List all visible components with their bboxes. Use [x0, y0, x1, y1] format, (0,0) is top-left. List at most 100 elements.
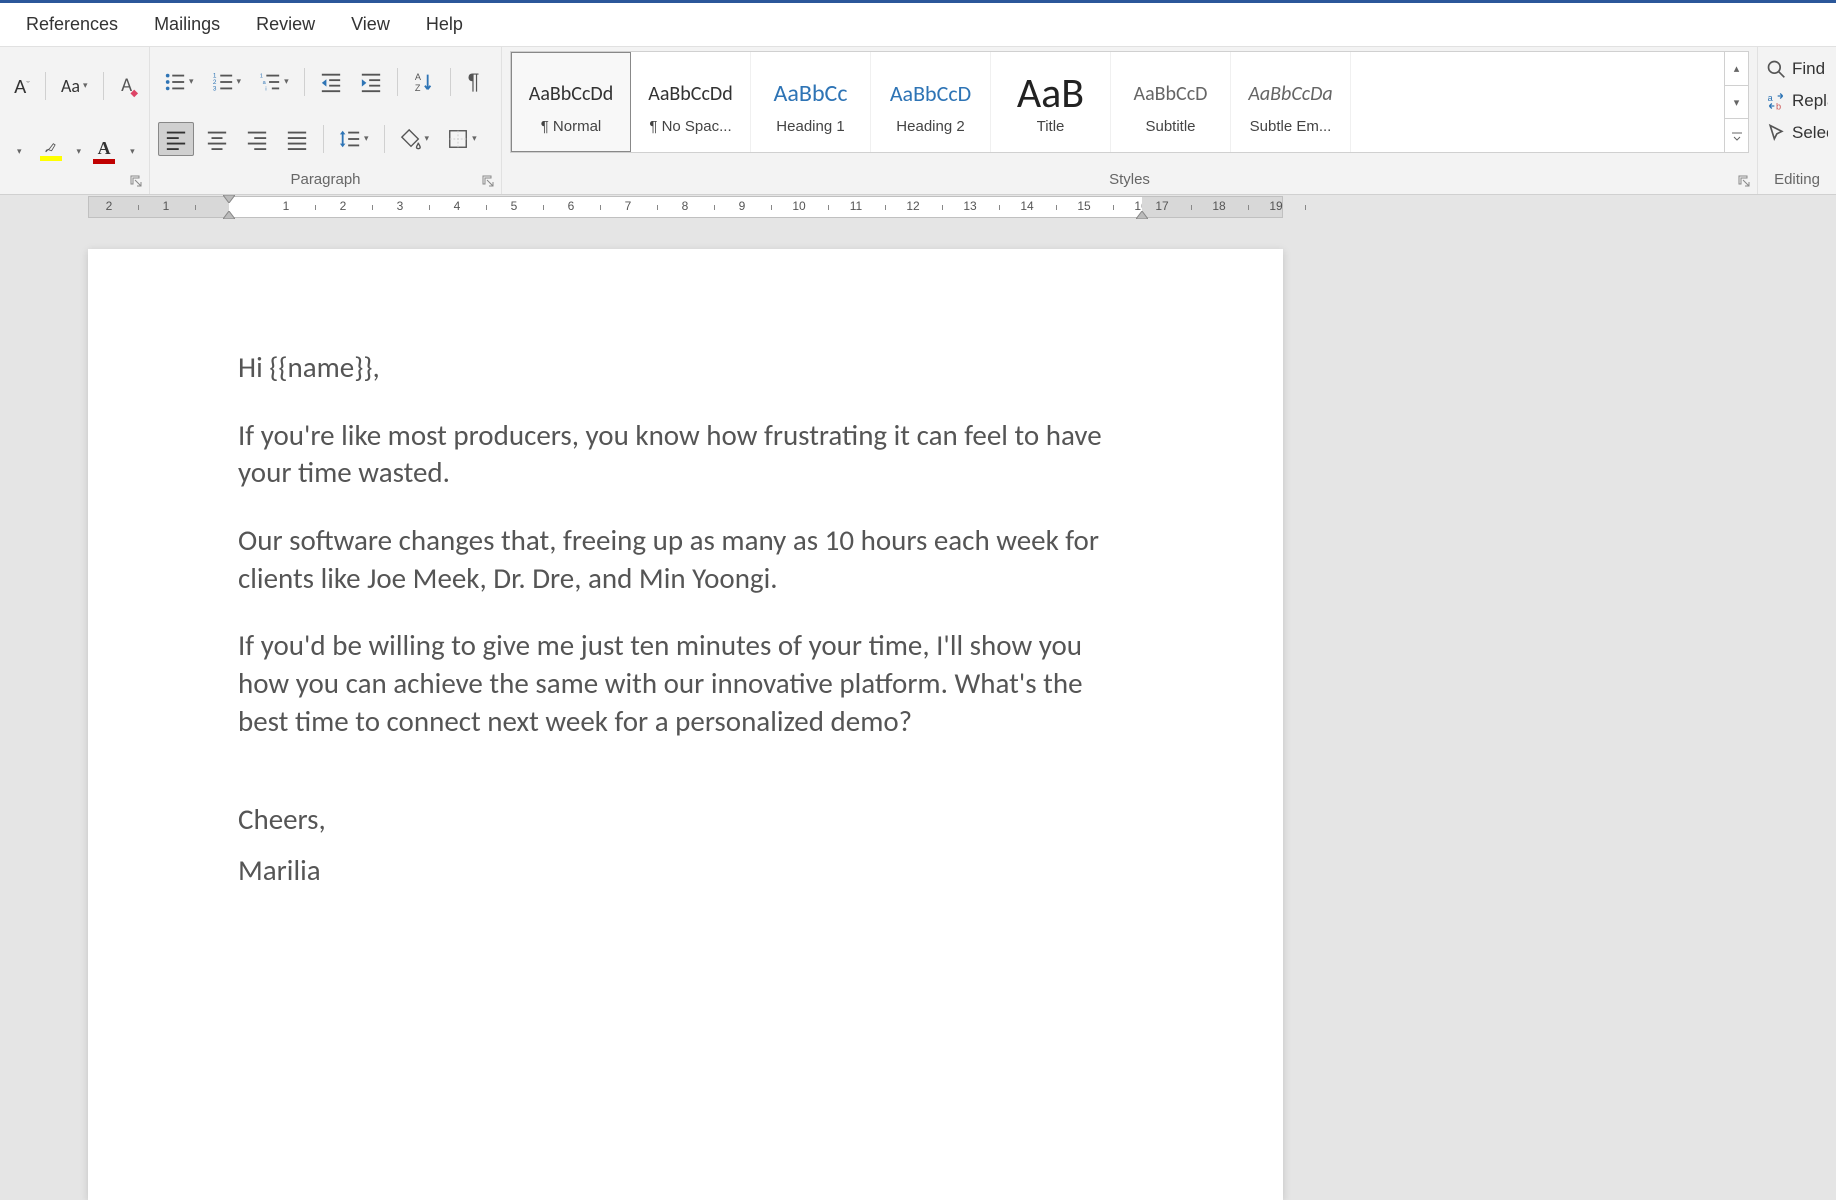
- ruler-minor-tick: [429, 205, 430, 210]
- change-case-button[interactable]: Aa ▾: [55, 69, 94, 103]
- select-button[interactable]: Select: [1762, 117, 1832, 149]
- doc-closing[interactable]: Cheers,: [238, 801, 1133, 839]
- styles-scroll-down-button[interactable]: ▾: [1725, 86, 1748, 120]
- clear-format-icon: A◆: [121, 74, 132, 97]
- first-line-indent-marker[interactable]: [223, 195, 235, 203]
- svg-text:b: b: [1776, 101, 1781, 111]
- ruler-minor-tick: [1056, 205, 1057, 210]
- dialog-launcher-icon[interactable]: [1737, 174, 1751, 188]
- align-left-icon: [165, 128, 187, 150]
- increase-indent-icon: [360, 71, 382, 93]
- style-item-1[interactable]: AaBbCcDd¶ No Spac...: [631, 52, 751, 152]
- ruler-number: 13: [963, 199, 976, 213]
- ruler-minor-tick: [372, 205, 373, 210]
- style-item-5[interactable]: AaBbCcDSubtitle: [1111, 52, 1231, 152]
- style-item-2[interactable]: AaBbCcHeading 1: [751, 52, 871, 152]
- group-label-editing: Editing: [1758, 167, 1836, 194]
- chevron-down-icon: ▾: [189, 76, 194, 87]
- svg-text:A: A: [414, 72, 421, 82]
- svg-text:1: 1: [260, 73, 263, 79]
- paint-bucket-icon: [400, 128, 422, 150]
- doc-paragraph-3[interactable]: If you'd be willing to give me just ten …: [238, 627, 1133, 740]
- ruler-number: 7: [625, 199, 632, 213]
- numbering-button[interactable]: 123 ▾: [206, 65, 248, 99]
- font-color-button[interactable]: A: [87, 134, 121, 168]
- multilevel-list-button[interactable]: 1ai ▾: [253, 65, 295, 99]
- bullets-icon: [164, 71, 186, 93]
- svg-text:Z: Z: [414, 83, 420, 93]
- style-label: Subtle Em...: [1250, 118, 1332, 135]
- increase-indent-button[interactable]: [354, 65, 388, 99]
- highlighter-icon: [41, 142, 61, 156]
- align-center-button[interactable]: [200, 122, 234, 156]
- select-label: Select: [1792, 123, 1828, 143]
- doc-paragraph-2[interactable]: Our software changes that, freeing up as…: [238, 522, 1133, 597]
- ruler-number: 4: [454, 199, 461, 213]
- clear-formatting-button[interactable]: A◆: [113, 69, 141, 103]
- more-icon: [1731, 130, 1743, 142]
- highlight-color-button[interactable]: [34, 134, 68, 168]
- hanging-indent-marker[interactable]: [223, 211, 235, 219]
- ruler-number: 18: [1212, 199, 1225, 213]
- style-item-6[interactable]: AaBbCcDaSubtle Em...: [1231, 52, 1351, 152]
- document-area: Hi {{name}}, If you're like most produce…: [0, 219, 1836, 1200]
- document-page[interactable]: Hi {{name}}, If you're like most produce…: [88, 249, 1283, 1200]
- ruler-minor-tick: [1191, 205, 1192, 210]
- grow-font-button[interactable]: A ˇ: [8, 69, 36, 103]
- style-item-3[interactable]: AaBbCcDHeading 2: [871, 52, 991, 152]
- tab-help[interactable]: Help: [408, 3, 481, 46]
- right-indent-marker[interactable]: [1136, 211, 1148, 219]
- doc-paragraph-1[interactable]: If you're like most producers, you know …: [238, 417, 1133, 492]
- ruler-margin-right: 171819: [1142, 197, 1282, 217]
- bullets-button[interactable]: ▾: [158, 65, 200, 99]
- style-preview: AaBbCcD: [890, 70, 971, 118]
- ruler-margin-left: 21: [89, 197, 229, 217]
- line-spacing-button[interactable]: ▾: [333, 122, 375, 156]
- ruler-number: 12: [906, 199, 919, 213]
- borders-button[interactable]: ▾: [441, 122, 483, 156]
- ruler-minor-tick: [885, 205, 886, 210]
- tab-references[interactable]: References: [8, 3, 136, 46]
- ruler-number: 14: [1020, 199, 1033, 213]
- ruler-minor-tick: [714, 205, 715, 210]
- shading-button[interactable]: ▾: [394, 122, 436, 156]
- svg-text:a: a: [1768, 93, 1774, 103]
- align-right-button[interactable]: [240, 122, 274, 156]
- chevron-down-icon[interactable]: ▾: [130, 146, 135, 157]
- align-left-button[interactable]: [158, 122, 194, 156]
- separator: [304, 68, 305, 96]
- multilevel-list-icon: 1ai: [259, 71, 281, 93]
- style-item-0[interactable]: AaBbCcDd¶ Normal: [511, 52, 631, 152]
- find-label: Find: [1792, 59, 1825, 79]
- replace-button[interactable]: ab Replace: [1762, 85, 1832, 117]
- separator: [103, 72, 104, 100]
- decrease-indent-button[interactable]: [314, 65, 348, 99]
- doc-signature[interactable]: Marilia: [238, 852, 1133, 890]
- dialog-launcher-icon[interactable]: [481, 174, 495, 188]
- styles-more-button[interactable]: [1725, 119, 1748, 152]
- ruler-number: 9: [739, 199, 746, 213]
- tab-mailings[interactable]: Mailings: [136, 3, 238, 46]
- decrease-indent-icon: [320, 71, 342, 93]
- horizontal-ruler[interactable]: 21 12345678910111213141516 171819: [88, 196, 1283, 218]
- ruler-number: 1: [163, 199, 170, 213]
- chevron-down-icon[interactable]: ▾: [77, 146, 82, 157]
- ruler-minor-tick: [942, 205, 943, 210]
- tab-view[interactable]: View: [333, 3, 408, 46]
- doc-greeting[interactable]: Hi {{name}},: [238, 349, 1133, 387]
- chevron-down-icon: ▾: [284, 76, 289, 87]
- justify-button[interactable]: [280, 122, 314, 156]
- show-hide-marks-button[interactable]: ¶: [460, 65, 488, 99]
- ruler-minor-tick: [771, 205, 772, 210]
- style-item-4[interactable]: AaBTitle: [991, 52, 1111, 152]
- ribbon-group-paragraph: ▾ 123 ▾ 1ai ▾ AZ: [150, 47, 502, 194]
- find-button[interactable]: Find: [1762, 53, 1832, 85]
- styles-scroll-up-button[interactable]: ▴: [1725, 52, 1748, 86]
- document-body[interactable]: Hi {{name}}, If you're like most produce…: [238, 349, 1133, 890]
- ruler-number: 3: [397, 199, 404, 213]
- sort-button[interactable]: AZ: [407, 65, 441, 99]
- tab-review[interactable]: Review: [238, 3, 333, 46]
- dialog-launcher-icon[interactable]: [129, 174, 143, 188]
- chevron-down-icon[interactable]: ▾: [11, 140, 28, 163]
- group-label-styles: Styles: [502, 167, 1757, 194]
